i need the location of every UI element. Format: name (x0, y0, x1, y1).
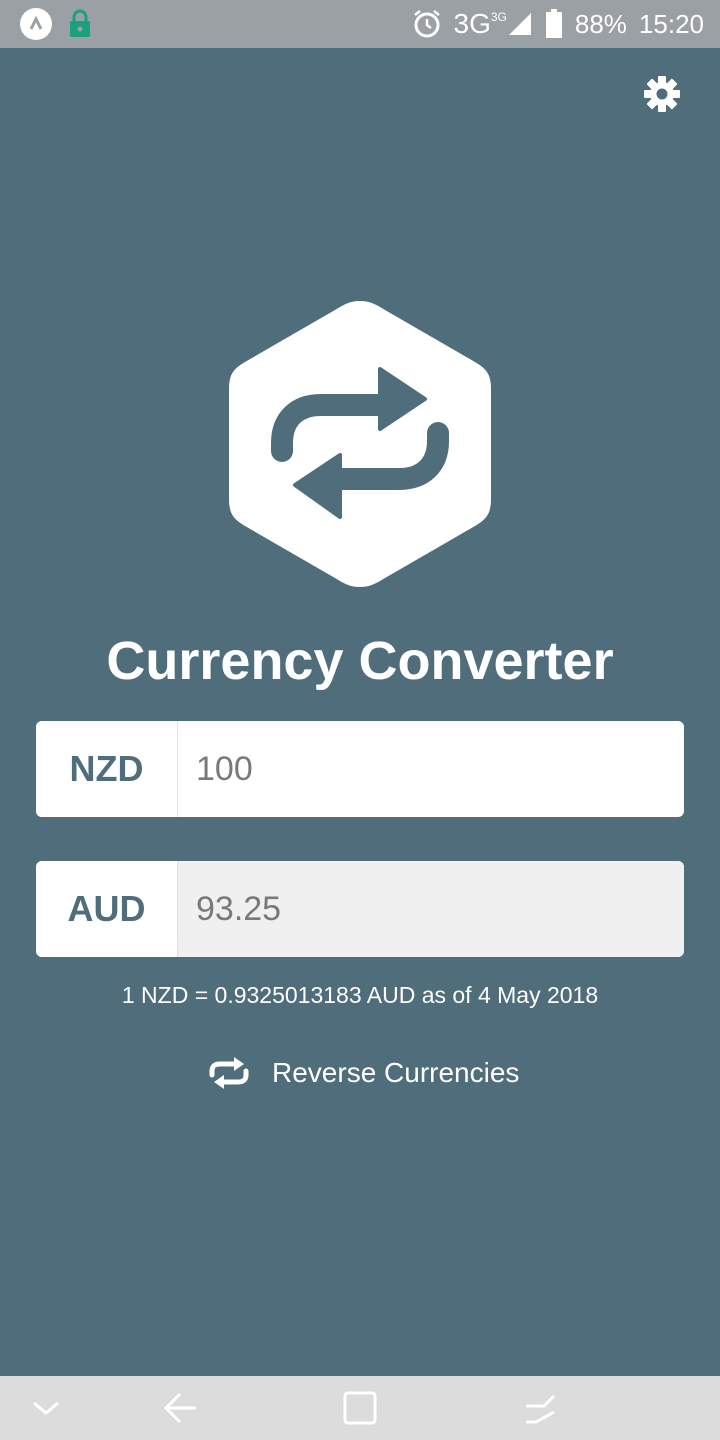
chevron-down-icon (33, 1401, 59, 1415)
home-button[interactable] (336, 1388, 384, 1428)
base-currency-row: NZD 100 (36, 721, 684, 817)
conversion-rate-text: 1 NZD = 0.9325013183 AUD as of 4 May 201… (121, 982, 599, 1008)
gear-icon (644, 76, 680, 112)
lock-icon (70, 9, 90, 37)
reverse-currencies-label: Reverse Currencies (272, 1057, 520, 1088)
quote-amount-field: 93.25 (178, 861, 684, 957)
settings-button[interactable] (640, 72, 684, 116)
navigation-bar (0, 1376, 720, 1440)
square-icon (343, 1391, 377, 1425)
signal-icon (508, 13, 531, 35)
quote-currency-row: AUD 93.25 (36, 861, 684, 957)
swap-arrows-icon (229, 301, 491, 587)
battery-percent: 88% (574, 8, 627, 39)
network-indicator: 3G 3G (454, 8, 533, 40)
app-title: Currency Converter (106, 631, 614, 691)
base-amount-input[interactable]: 100 (178, 721, 684, 817)
base-currency-button[interactable]: NZD (36, 721, 178, 817)
repeat-icon (209, 1057, 249, 1089)
clock: 15:20 (638, 8, 704, 39)
battery-icon (545, 9, 562, 38)
back-arrow-icon (163, 1392, 196, 1424)
recents-icon (526, 1394, 556, 1424)
back-button[interactable] (156, 1388, 204, 1428)
app-notification-icon (20, 8, 52, 40)
status-bar: 3G 3G 88% 15:20 (0, 0, 720, 48)
quote-currency-button[interactable]: AUD (36, 861, 178, 957)
hide-nav-button[interactable] (22, 1388, 70, 1428)
reverse-currencies-button[interactable]: Reverse Currencies (206, 1050, 519, 1096)
recent-apps-button[interactable] (516, 1388, 564, 1428)
alarm-icon (413, 10, 440, 38)
